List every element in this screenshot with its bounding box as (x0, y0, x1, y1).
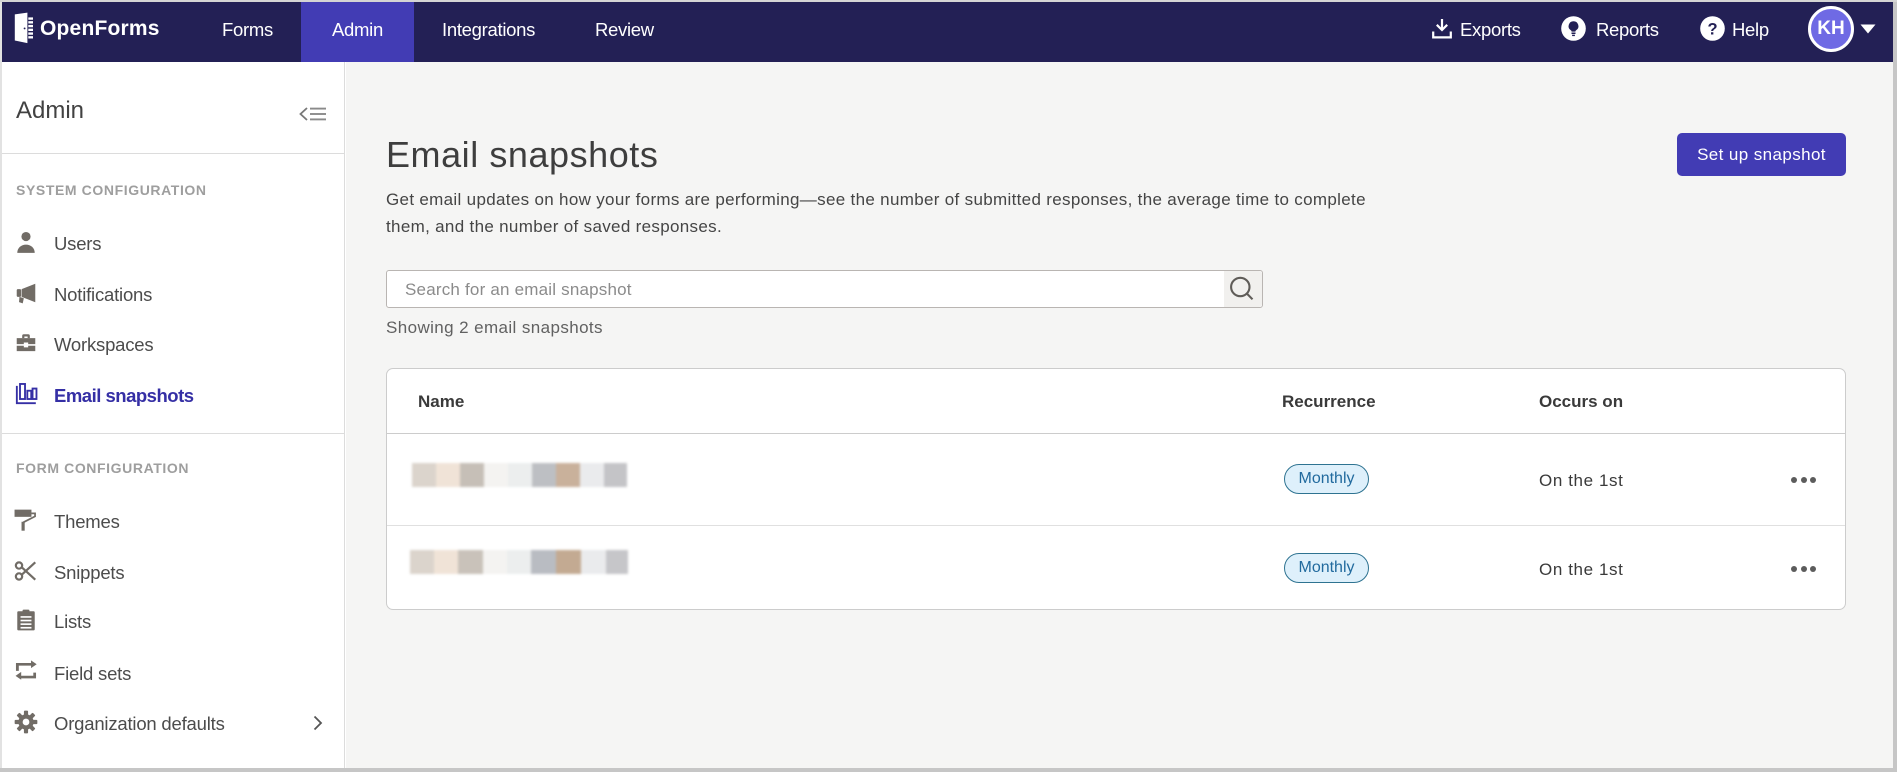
svg-text:?: ? (1707, 21, 1717, 39)
